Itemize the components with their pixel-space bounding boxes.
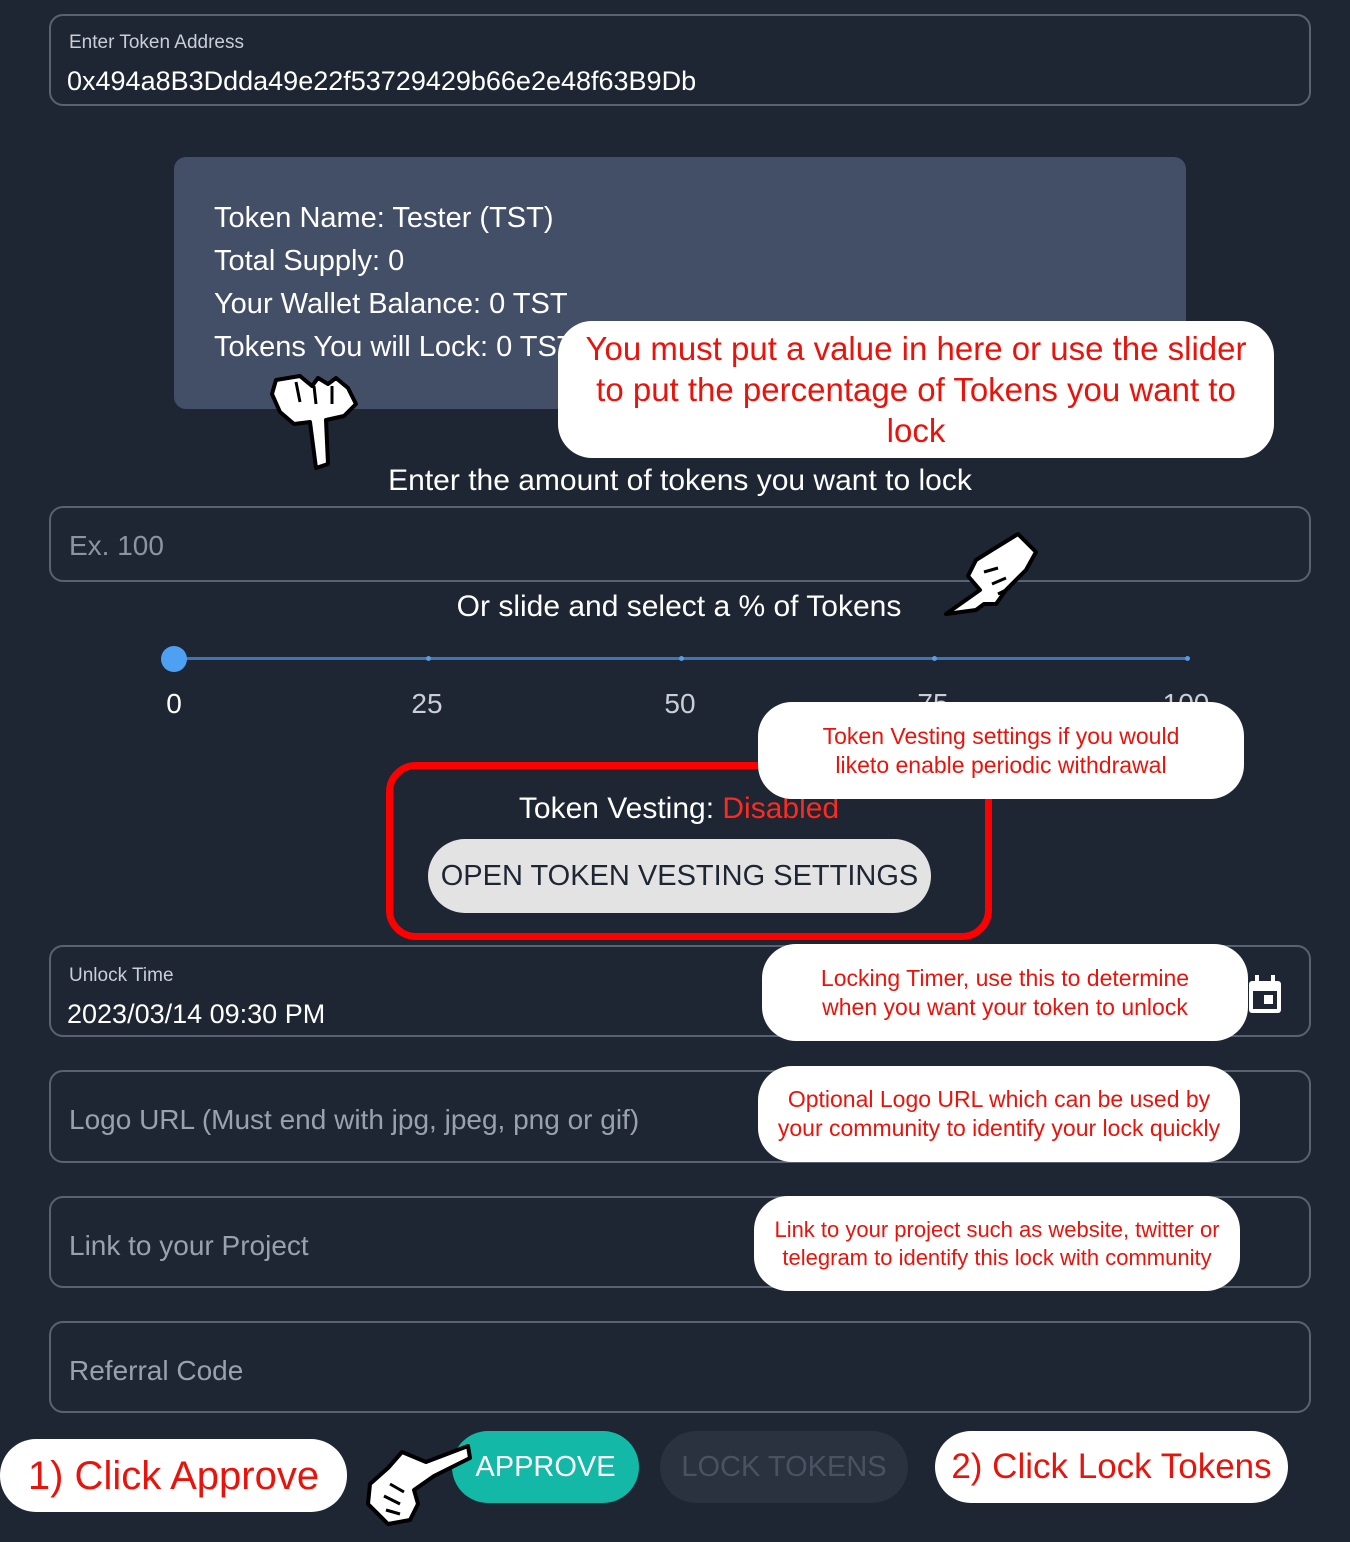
project-link-placeholder: Link to your Project [69,1230,309,1261]
approve-button[interactable]: APPROVE [452,1431,639,1503]
unlock-time-label: Unlock Time [69,965,174,986]
pointing-hand-icon [270,374,358,470]
percent-slider-thumb[interactable] [161,646,187,672]
slider-heading: Or slide and select a % of Tokens [456,590,902,623]
token-name: Token Name: Tester (TST) [214,202,554,234]
vesting-label: Token Vesting: [518,792,715,825]
unlock-time-value[interactable]: 2023/03/14 09:30 PM [67,999,325,1030]
lock-tokens-button[interactable]: LOCK TOKENS [660,1431,908,1503]
callout-link-hint: Link to your project such as website, tw… [754,1196,1240,1291]
token-address-label: Enter Token Address [69,32,244,53]
slider-mark-50: 50 [664,688,696,719]
slider-mark-0: 0 [166,688,182,719]
callout-logo-hint: Optional Logo URL which can be used by y… [758,1066,1240,1162]
slider-tick [932,656,937,661]
slider-tick [426,656,431,661]
wallet-balance: Your Wallet Balance: 0 TST [214,288,568,320]
pointing-hand-icon [944,532,1038,616]
pointing-hand-icon [366,1444,472,1526]
total-supply: Total Supply: 0 [214,245,405,277]
callout-vesting-hint: Token Vesting settings if you would like… [758,702,1244,799]
slider-tick [1185,656,1190,661]
amount-placeholder: Ex. 100 [69,530,164,561]
logo-url-placeholder: Logo URL (Must end with jpg, jpeg, png o… [69,1104,640,1135]
amount-input[interactable]: Ex. 100 [49,506,1311,582]
token-address-field[interactable]: Enter Token Address 0x494a8B3Ddda49e22f5… [49,14,1311,106]
callout-step1: 1) Click Approve [0,1439,347,1512]
callout-amount-hint: You must put a value in here or use the … [558,321,1274,458]
callout-timer-hint: Locking Timer, use this to determine whe… [762,944,1248,1041]
amount-heading: Enter the amount of tokens you want to l… [388,464,972,497]
token-address-value[interactable]: 0x494a8B3Ddda49e22f53729429b66e2e48f63B9… [67,66,696,97]
callout-step2: 2) Click Lock Tokens [935,1431,1288,1503]
referral-code-field[interactable]: Referral Code [49,1321,1311,1413]
open-vesting-settings-button[interactable]: OPEN TOKEN VESTING SETTINGS [428,839,931,913]
referral-code-placeholder: Referral Code [69,1355,244,1386]
calendar-icon[interactable] [1247,975,1283,1020]
slider-mark-25: 25 [411,688,443,719]
slider-tick [679,656,684,661]
